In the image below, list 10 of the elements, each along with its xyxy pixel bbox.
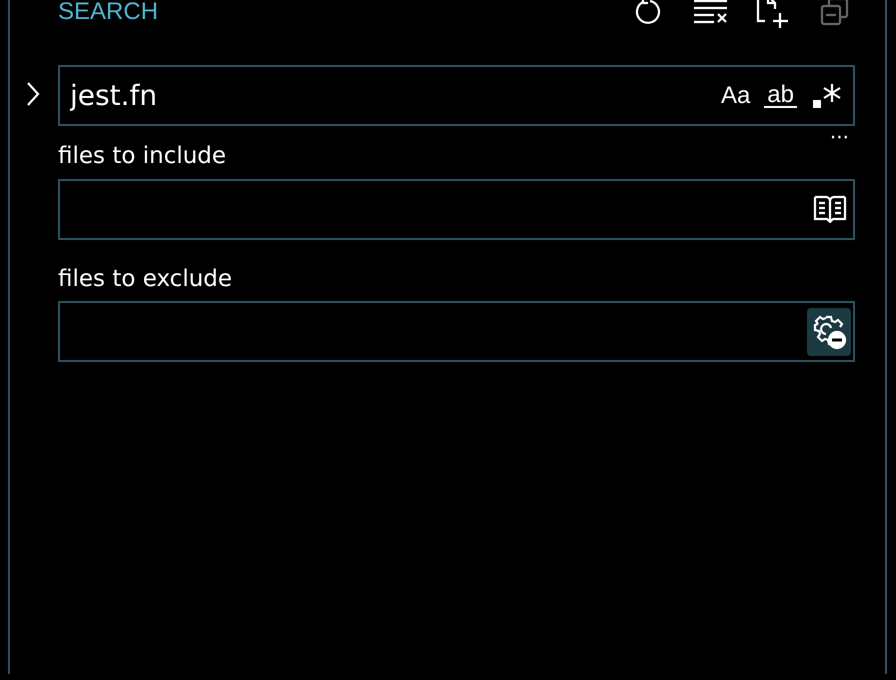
- gear-minus-button[interactable]: [807, 308, 851, 356]
- expand-toggle[interactable]: [25, 80, 41, 108]
- field-label: files to exclude: [58, 264, 232, 294]
- more-options-toggle[interactable]: ···: [830, 129, 849, 145]
- panel-title: SEARCH: [58, 0, 158, 27]
- input-field[interactable]: [58, 178, 855, 240]
- field-label: files to include: [58, 142, 226, 171]
- input-field[interactable]: [58, 301, 855, 362]
- whole-word-toggle[interactable]: ab: [760, 76, 801, 116]
- match-case-toggle[interactable]: Aa: [716, 76, 754, 116]
